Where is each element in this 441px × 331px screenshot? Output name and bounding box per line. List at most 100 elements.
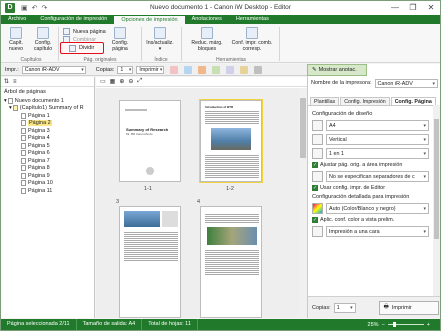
thumbnail-page-4[interactable]	[200, 206, 262, 318]
divider	[279, 27, 280, 61]
scroll-thumb[interactable]	[434, 119, 439, 239]
apply-color-preview-checkbox[interactable]: ✓ Aplic. conf. color a vista prelim.	[312, 217, 429, 223]
orientation-select[interactable]: Vertical	[326, 134, 429, 145]
sort-icon[interactable]	[226, 65, 235, 74]
n-up-row: 1 en 1	[312, 148, 429, 159]
layout-icon[interactable]	[198, 65, 207, 74]
collapse-icon[interactable]: ▾	[4, 98, 7, 104]
zoom-out-icon[interactable]: ⊖	[128, 78, 133, 85]
use-editor-settings-checkbox[interactable]: ✓ Usar config. impr. de Editor	[312, 185, 429, 191]
printer-name-select[interactable]: Canon iR-ADV	[374, 78, 438, 88]
thumbnail-page-3[interactable]	[119, 206, 181, 318]
tab-archivo[interactable]: Archivo	[1, 15, 33, 24]
thumbnail-label: 3	[116, 199, 120, 205]
print-button[interactable]: Imprimir	[136, 65, 165, 74]
duplex-select[interactable]: Impresión a una cara	[326, 226, 429, 237]
page-label: Página 1	[28, 112, 50, 119]
tree-page-item[interactable]: Página 3	[1, 127, 94, 135]
copies-input[interactable]: 1	[333, 302, 356, 313]
minimize-button[interactable]: —	[386, 1, 404, 15]
page-icon	[21, 157, 26, 164]
view-single-icon[interactable]: ▭	[100, 78, 106, 85]
stamp-icon[interactable]	[240, 65, 249, 74]
staple-icon[interactable]	[212, 65, 221, 74]
tree-page-item[interactable]: Página 8	[1, 165, 94, 173]
copies-input[interactable]: 1	[117, 65, 134, 74]
tab-config-impresion[interactable]: Configuración de impresión	[33, 15, 114, 24]
zoom-in-icon[interactable]: +	[427, 322, 430, 328]
color-mode-select[interactable]: Auto (Color/Blanco y negro)	[326, 203, 429, 214]
print-button[interactable]: 🖶 Imprimir	[378, 300, 439, 315]
thumbnail-subheading: Mr. Bill Canon/Ando	[126, 132, 153, 136]
chapter-icon	[12, 105, 18, 112]
insert-update-index-button[interactable]: Ins/actualiz. ▾	[145, 27, 175, 53]
chapter-settings-icon	[37, 27, 49, 39]
new-page-button[interactable]: Nueva página	[63, 28, 106, 35]
duplex-icon[interactable]	[184, 65, 193, 74]
tree-page-item[interactable]: Página 6	[1, 150, 94, 158]
new-chapter-button[interactable]: Capít. nuevo	[5, 27, 27, 53]
tree-page-item[interactable]: Página 4	[1, 135, 94, 143]
page-settings-button[interactable]: Config. página	[107, 27, 133, 53]
tab-herramientas[interactable]: Herramientas	[229, 15, 276, 24]
close-button[interactable]: ✕	[422, 1, 440, 15]
thumbnail-scrollbar[interactable]	[299, 88, 307, 318]
paper-size-select[interactable]: A4	[326, 120, 429, 131]
zoom-slider[interactable]	[387, 322, 424, 327]
tree-page-item[interactable]: Página 5	[1, 142, 94, 150]
tab-opciones-impresion[interactable]: Opciones de impresión	[114, 15, 185, 24]
fit-icon[interactable]: ⤢	[137, 78, 142, 85]
divider	[141, 27, 142, 61]
page-icon	[21, 150, 26, 157]
group-label-pag-originales: Pág. originales	[83, 57, 117, 63]
color-icon[interactable]	[170, 65, 179, 74]
text-block	[205, 154, 259, 178]
annotation-icon: ✎	[312, 67, 317, 73]
zoom-in-icon[interactable]: ⊕	[119, 78, 124, 85]
window-title: Nuevo documento 1 - Canon iW Desktop - E…	[150, 4, 291, 11]
tree-page-item[interactable]: Página 9	[1, 172, 94, 180]
combined-print-label: Conf. impr. comb. corresp.	[231, 40, 273, 52]
n-up-select[interactable]: 1 en 1	[326, 148, 429, 159]
thumbnail-page-1-2[interactable]: Introduction of BTR	[199, 99, 263, 183]
separators-icon	[312, 171, 323, 182]
page-icon	[21, 127, 26, 134]
page-icon	[21, 142, 26, 149]
tree-page-item[interactable]: Página 1	[1, 112, 94, 120]
zoom-out-icon[interactable]: −	[382, 322, 385, 328]
tab-anotaciones[interactable]: Anotaciones	[185, 15, 229, 24]
thumbnail-page-1-1[interactable]: Summary of Research Mr. Bill Canon/Ando	[119, 100, 181, 182]
tree-document[interactable]: ▾ Nuevo documento 1	[1, 97, 94, 105]
separators-row: No se especifican separadores de c	[312, 171, 429, 182]
view-grid-icon[interactable]: ▦	[110, 78, 116, 85]
maximize-button[interactable]: ❐	[404, 1, 422, 15]
chevron-down-icon: ▾	[158, 45, 162, 52]
fit-page-label: Ajustar pág. orig. a área impresión	[320, 162, 403, 168]
tree-chapter[interactable]: ▾ (Capítulo1) Summary of R	[1, 105, 94, 113]
sort-icon[interactable]: ≡	[13, 79, 17, 85]
group-label-indice: Índice	[154, 57, 168, 63]
show-annotations-button[interactable]: ✎ Mostrar anotac.	[307, 64, 367, 76]
tree-page-item[interactable]: Página 2	[1, 120, 94, 128]
settings-icon[interactable]	[254, 65, 263, 74]
expand-icon[interactable]: ⇅	[4, 78, 9, 85]
tree-page-item[interactable]: Página 10	[1, 180, 94, 188]
tree-page-item[interactable]: Página 7	[1, 157, 94, 165]
page-icon	[21, 172, 26, 179]
separators-select[interactable]: No se especifican separadores de c	[326, 171, 429, 182]
combined-print-settings-button[interactable]: Conf. impr. comb. corresp.	[229, 27, 275, 53]
tree-page-item[interactable]: Página 11	[1, 187, 94, 195]
page-icon	[21, 165, 26, 172]
page-label: Página 11	[28, 187, 53, 194]
reduce-margins-button[interactable]: Reduc. márg. bloques	[187, 27, 227, 53]
fit-page-checkbox[interactable]: ✓ Ajustar pág. orig. a área impresión	[312, 162, 429, 168]
page-label: Página 3	[28, 127, 50, 134]
split-button[interactable]: Dividir	[60, 42, 104, 54]
page-icon	[21, 187, 26, 194]
thumbnail-label: 1-1	[144, 186, 152, 192]
collapse-icon[interactable]: ▾	[9, 105, 12, 111]
settings-scrollbar[interactable]	[433, 105, 440, 318]
printer-select[interactable]: Canon iR-ADV	[21, 65, 86, 74]
scroll-thumb[interactable]	[300, 98, 306, 158]
chapter-settings-button[interactable]: Config. capítulo	[30, 27, 56, 53]
